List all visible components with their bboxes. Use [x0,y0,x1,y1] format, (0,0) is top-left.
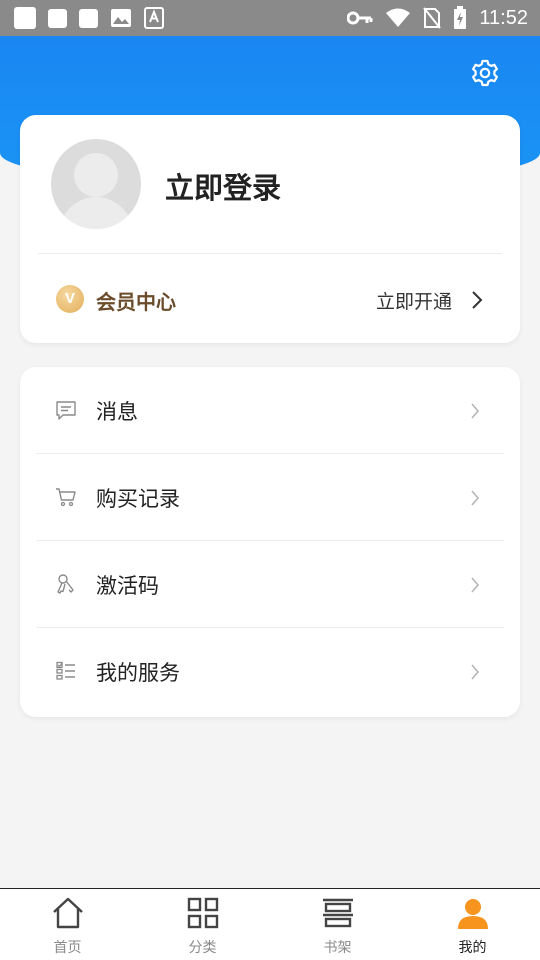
nav-category[interactable]: 分类 [135,889,270,960]
menu-item-purchase-history[interactable]: 购买记录 [20,454,520,541]
vip-activate-link[interactable]: 立即开通 [376,287,452,314]
cart-icon [56,488,76,507]
nav-label: 我的 [458,940,487,956]
menu-item-label: 购买记录 [96,487,180,511]
screen: 11:52 立即登录 V 会员中心 立即开通 消息 购买记录 激活码 我的服务 … [0,0,540,960]
avatar[interactable] [51,139,141,229]
font-icon [144,7,164,29]
notification-icons [14,7,164,29]
battery-charging-icon [454,6,467,29]
nav-mine[interactable]: 我的 [405,889,540,960]
menu-item-messages[interactable]: 消息 [20,367,520,454]
nav-home[interactable]: 首页 [0,889,135,960]
vip-badge-icon: V [56,285,84,313]
wifi-icon [386,8,411,27]
menu-item-my-services[interactable]: 我的服务 [20,628,520,715]
person-icon [457,899,488,929]
message-icon [56,401,76,420]
clock: 11:52 [479,6,528,29]
chevron-right-icon [471,403,480,419]
vpn-key-icon [347,11,373,25]
nav-label: 首页 [53,940,82,956]
chevron-right-icon[interactable] [470,289,484,311]
chevron-right-icon [471,664,480,680]
notification-icon [79,8,98,28]
bottom-nav: 首页 分类 书架 我的 [0,888,540,960]
key-icon [57,574,74,594]
nav-bookshelf[interactable]: 书架 [270,889,405,960]
bookshelf-icon [322,898,353,928]
nav-label: 分类 [188,940,217,956]
service-list-icon [56,661,75,680]
settings-gear-icon[interactable] [470,58,500,88]
chevron-right-icon [471,577,480,593]
menu-item-activation-code[interactable]: 激活码 [20,541,520,628]
vip-center-label[interactable]: 会员中心 [96,286,176,315]
login-button[interactable]: 立即登录 [165,165,281,207]
menu-card: 消息 购买记录 激活码 我的服务 [20,367,520,717]
divider [38,253,502,254]
menu-item-label: 消息 [96,400,138,424]
status-bar: 11:52 [0,0,540,36]
no-sim-icon [423,7,442,29]
nav-label: 书架 [323,940,352,956]
notification-icon [48,8,67,28]
chevron-right-icon [471,490,480,506]
grid-icon [187,897,218,929]
system-icons: 11:52 [347,6,528,30]
profile-card: 立即登录 V 会员中心 立即开通 [20,115,520,343]
image-icon [111,9,131,27]
menu-item-label: 我的服务 [96,661,180,685]
menu-item-label: 激活码 [96,574,159,598]
notification-icon [14,7,36,29]
home-icon [52,897,83,929]
